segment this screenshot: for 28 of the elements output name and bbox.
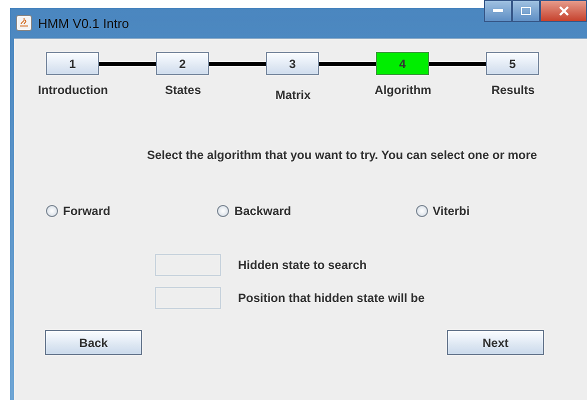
instruction-text: Select the algorithm that you want to try. You can select one or more <box>147 148 538 162</box>
step-label: States <box>164 83 202 99</box>
field-label: Position that hidden state will be <box>238 291 425 305</box>
nav-button[interactable]: Next <box>447 330 544 355</box>
radio-option[interactable]: Viterbi <box>416 204 587 218</box>
close-icon <box>558 6 568 16</box>
step-label: Results <box>490 83 536 99</box>
step-label: Matrix <box>274 88 312 102</box>
step-button[interactable]: 5 <box>486 52 539 75</box>
field-label: Hidden state to search <box>238 258 367 272</box>
step-button[interactable]: 3 <box>266 52 319 75</box>
input-field[interactable] <box>155 287 221 309</box>
step-button[interactable]: 1 <box>46 52 99 75</box>
maximize-button[interactable] <box>512 0 540 22</box>
step-button[interactable]: 2 <box>156 52 209 75</box>
app-icon <box>16 15 32 31</box>
step-label: Introduction <box>37 83 109 99</box>
input-field[interactable] <box>155 254 221 276</box>
close-button[interactable] <box>540 0 587 22</box>
step-button[interactable]: 4 <box>376 52 429 75</box>
radio-option[interactable]: Forward <box>46 204 218 218</box>
radio-option[interactable]: Backward <box>217 204 416 218</box>
maximize-icon <box>521 7 531 15</box>
step-label: Algorithm <box>374 83 432 99</box>
window-title: HMM V0.1 Intro <box>38 16 130 30</box>
minimize-icon <box>493 9 503 13</box>
nav-button[interactable]: Back <box>45 330 142 355</box>
minimize-button[interactable] <box>484 0 512 22</box>
